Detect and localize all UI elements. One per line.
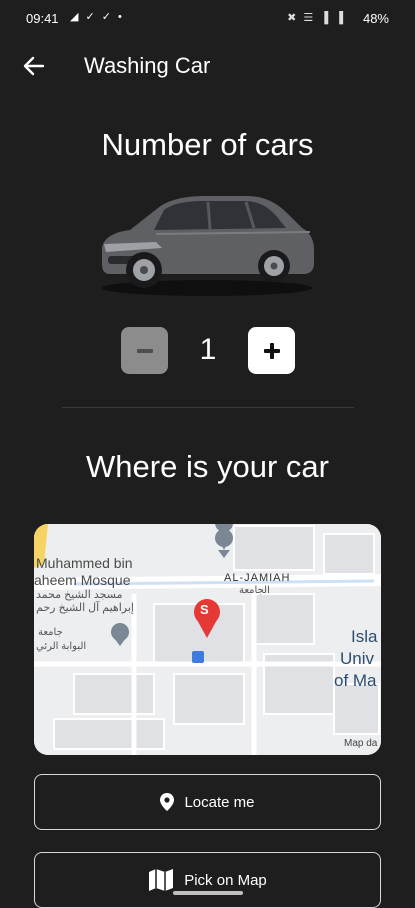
locate-me-label: Locate me — [184, 793, 255, 811]
map-view[interactable]: Muhammed bin aheem Mosque مسجد الشيخ محم… — [34, 524, 381, 755]
decrease-button[interactable] — [121, 327, 168, 374]
increase-button[interactable] — [248, 327, 295, 374]
location-pin-icon — [160, 793, 175, 811]
cars-section-title: Number of cars — [101, 127, 314, 162]
map-label-street: AL-JAMIAH — [224, 572, 291, 584]
status-time: 09:41 — [26, 11, 59, 26]
app-bar: Washing Car — [0, 44, 415, 88]
home-indicator[interactable] — [173, 891, 243, 895]
notification-icons: ◢ ✓ ✓ • — [70, 11, 124, 23]
pick-on-map-label: Pick on Map — [184, 871, 267, 889]
arrow-left-icon — [23, 56, 45, 76]
map-label-uni-ar-2: البوابة الرئي — [36, 641, 87, 652]
car-quantity-stepper: 1 — [0, 325, 415, 374]
plus-icon — [263, 342, 280, 359]
status-bar: 09:41 ◢ ✓ ✓ • ✖ ☰ ▐ ▐ 48% — [0, 0, 415, 36]
signal-icons: ✖ ☰ ▐ ▐ — [287, 12, 345, 24]
map-label-mosque-1: Muhammed bin — [36, 555, 133, 571]
page-title: Washing Car — [84, 53, 211, 78]
locate-me-button[interactable]: Locate me — [34, 774, 381, 830]
map-label-uni-en-2: Univ — [340, 649, 375, 668]
map-label-mosque-2: aheem Mosque — [34, 572, 131, 588]
location-section-title: Where is your car — [86, 449, 329, 484]
car-image — [102, 196, 314, 296]
map-attribution: Map da — [344, 738, 378, 749]
map-label-uni-ar-1: جامعة — [38, 627, 63, 638]
map-label-mosque-ar-1: مسجد الشيخ محمد — [36, 589, 123, 601]
map-label-uni-en-1: Isla — [351, 627, 378, 646]
map-label-uni-en-3: of Ma — [334, 671, 377, 690]
minus-icon — [136, 348, 153, 353]
battery-text: 48% — [362, 11, 389, 26]
map-label-mosque-ar-2: إبراهيم آل الشيخ رحم — [36, 602, 134, 614]
car-quantity-value: 1 — [199, 333, 217, 366]
divider — [62, 407, 354, 408]
map-label-street-ar: الجامعة — [239, 585, 270, 596]
map-pin-letter: S — [200, 602, 209, 617]
map-icon — [149, 869, 174, 891]
back-button[interactable] — [18, 50, 50, 82]
